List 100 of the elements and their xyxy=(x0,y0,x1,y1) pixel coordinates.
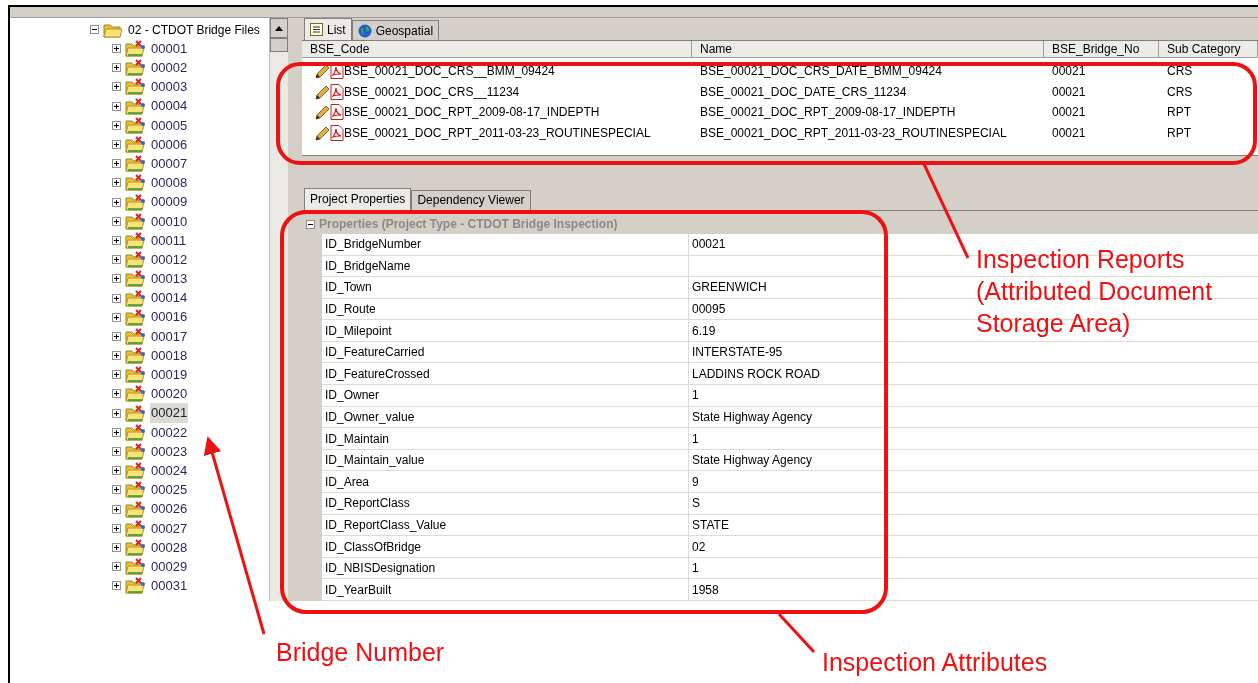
folder-icon xyxy=(125,212,146,230)
view-tab[interactable]: Geospatial xyxy=(351,20,440,40)
folder-icon xyxy=(125,423,146,441)
callout-label: Inspection Reports (Attributed Document Storage Area) xyxy=(976,244,1214,339)
property-name: ID_Maintain xyxy=(325,430,390,448)
folder-icon xyxy=(125,40,146,58)
folder-icon xyxy=(125,327,146,345)
folder-icon xyxy=(125,558,146,576)
expand-icon[interactable] xyxy=(112,101,121,111)
property-value: 6.19 xyxy=(692,322,716,340)
tree-item[interactable]: 00021 xyxy=(150,403,189,423)
folder-icon xyxy=(125,519,146,537)
expand-icon[interactable] xyxy=(112,485,121,495)
tree-item[interactable]: 00026 xyxy=(150,499,189,519)
expand-icon[interactable] xyxy=(112,466,121,476)
tree-item[interactable]: 00019 xyxy=(150,365,189,385)
tree-item[interactable]: 00020 xyxy=(150,384,189,404)
tree-item[interactable]: 00006 xyxy=(150,134,189,155)
tree-item[interactable]: 00010 xyxy=(150,211,189,232)
tree-item[interactable]: 00023 xyxy=(150,441,189,462)
scroll-up-button[interactable] xyxy=(270,18,288,38)
tree-item[interactable]: 00004 xyxy=(150,96,189,116)
expand-icon[interactable] xyxy=(112,159,121,169)
detail-tab[interactable]: Project Properties xyxy=(304,187,412,210)
expand-icon[interactable] xyxy=(112,312,121,322)
tree-item[interactable]: 00022 xyxy=(150,422,189,443)
property-value: State Highway Agency xyxy=(692,452,813,470)
tree-item[interactable]: 00016 xyxy=(150,307,189,327)
property-value: 1 xyxy=(692,387,699,405)
callout-line xyxy=(777,613,816,653)
tree-item[interactable]: 00031 xyxy=(150,576,189,596)
column-header[interactable]: Name xyxy=(692,41,1044,57)
expand-icon[interactable] xyxy=(112,293,121,303)
property-name: ID_ClassOfBridge xyxy=(325,538,422,556)
table-cell-text: BSE_00021_DOC_RPT_2009-08-17_INDEPTH xyxy=(700,104,956,122)
tree-item[interactable]: 00013 xyxy=(150,269,189,289)
folder-icon xyxy=(125,462,146,480)
column-header[interactable]: Sub Category xyxy=(1159,41,1258,57)
property-value: STATE xyxy=(692,516,729,534)
tree-item[interactable]: 00002 xyxy=(150,58,189,78)
tree-item[interactable]: 02 - CTDOT Bridge Files xyxy=(128,20,260,39)
view-tab[interactable]: List xyxy=(304,18,352,40)
expand-icon[interactable] xyxy=(112,504,121,514)
folder-icon xyxy=(125,289,146,307)
expand-icon[interactable] xyxy=(112,120,121,130)
expand-icon[interactable] xyxy=(112,82,121,92)
tree-item[interactable]: 00025 xyxy=(150,480,189,500)
expand-icon[interactable] xyxy=(112,235,121,245)
expand-icon[interactable] xyxy=(112,274,121,284)
expand-icon[interactable] xyxy=(112,178,121,188)
expand-icon[interactable] xyxy=(112,389,121,399)
tree-item[interactable]: 00014 xyxy=(150,288,189,308)
expand-icon[interactable] xyxy=(112,255,121,265)
expand-icon[interactable] xyxy=(112,370,121,380)
tree-item[interactable]: 00029 xyxy=(150,556,189,577)
tree-item[interactable]: 00001 xyxy=(150,38,189,59)
detail-tab[interactable]: Dependency Viewer xyxy=(411,189,531,210)
expand-icon[interactable] xyxy=(112,216,121,226)
property-name: ID_ReportClass_Value xyxy=(325,516,447,534)
property-name: ID_Owner xyxy=(325,387,380,405)
tree-item[interactable]: 00003 xyxy=(150,77,189,97)
tree-item[interactable]: 00011 xyxy=(150,230,188,251)
tree-item[interactable]: 00024 xyxy=(150,460,189,481)
folder-icon xyxy=(125,231,146,249)
expand-icon[interactable] xyxy=(112,331,121,341)
expand-icon[interactable] xyxy=(112,63,121,73)
tree-item[interactable]: 00009 xyxy=(150,192,189,212)
expand-icon[interactable] xyxy=(112,140,121,150)
expand-icon[interactable] xyxy=(112,408,121,418)
folder-icon xyxy=(125,97,146,115)
tree-item[interactable]: 00007 xyxy=(150,153,189,174)
up-arrow-icon xyxy=(275,25,283,31)
list-icon xyxy=(310,23,323,36)
expand-icon[interactable] xyxy=(112,581,121,591)
collapse-icon[interactable] xyxy=(90,25,99,34)
expand-icon[interactable] xyxy=(112,427,121,437)
collapse-icon[interactable] xyxy=(306,219,315,229)
expand-icon[interactable] xyxy=(112,542,121,552)
property-value: 1958 xyxy=(692,581,719,599)
globe-icon xyxy=(357,23,372,38)
tree-item[interactable]: 00008 xyxy=(150,173,189,193)
scroll-thumb[interactable] xyxy=(270,38,288,52)
tree-item[interactable]: 00005 xyxy=(150,115,189,136)
expand-icon[interactable] xyxy=(112,197,121,207)
expand-icon[interactable] xyxy=(112,562,121,572)
property-value: INTERSTATE-95 xyxy=(692,344,783,362)
column-header[interactable]: BSE_Code xyxy=(302,41,692,57)
tree-item[interactable]: 00017 xyxy=(150,326,189,347)
tree-item[interactable]: 00018 xyxy=(150,345,189,366)
tree-item[interactable]: 00028 xyxy=(150,537,189,558)
table-cell-text: 00021 xyxy=(1052,104,1086,122)
expand-icon[interactable] xyxy=(112,44,121,54)
tree-item[interactable]: 00027 xyxy=(150,518,189,539)
column-header[interactable]: BSE_Bridge_No xyxy=(1044,41,1159,57)
folder-icon xyxy=(125,155,146,173)
expand-icon[interactable] xyxy=(112,447,121,457)
expand-icon[interactable] xyxy=(112,351,121,361)
pencil-icon xyxy=(314,124,330,141)
expand-icon[interactable] xyxy=(112,523,121,533)
tree-item[interactable]: 00012 xyxy=(150,249,189,270)
